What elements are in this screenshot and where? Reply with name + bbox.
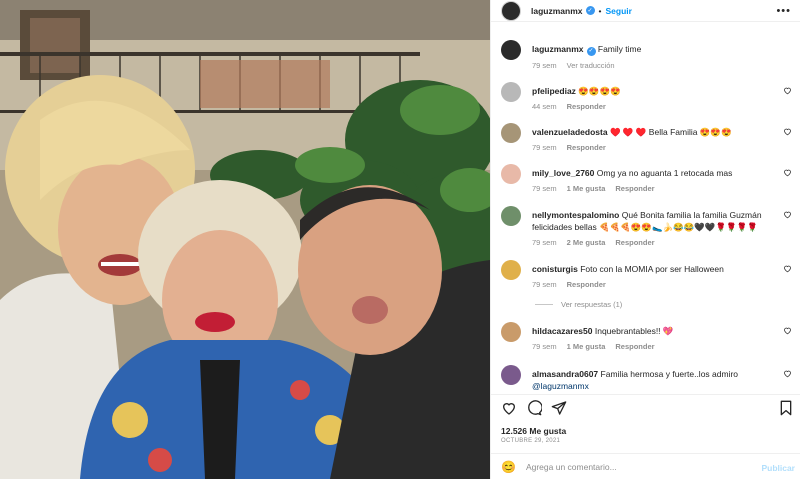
heart-icon[interactable]: [783, 369, 792, 378]
comment-username[interactable]: nellymontespalomino: [532, 210, 619, 220]
comment-username[interactable]: pfelipediaz: [532, 86, 576, 96]
action-icons: [501, 400, 567, 416]
paper-plane-icon[interactable]: [551, 400, 567, 416]
follow-button[interactable]: Seguir: [605, 6, 631, 16]
heart-icon[interactable]: [783, 326, 792, 335]
comment-time[interactable]: 79 sem: [532, 142, 557, 154]
heart-icon[interactable]: [783, 86, 792, 95]
caption-text: Family time: [597, 44, 642, 54]
reply-button[interactable]: Responder: [615, 341, 654, 353]
comment-time[interactable]: 79 sem: [532, 237, 557, 249]
heart-icon[interactable]: [783, 127, 792, 136]
comment-mention[interactable]: @laguzmanmx: [532, 381, 589, 391]
emoji-icon[interactable]: 😊: [501, 460, 516, 474]
commenter-avatar[interactable]: [501, 322, 521, 342]
commenter-avatar[interactable]: [501, 365, 521, 385]
comment-text: Inquebrantables!! 💖: [594, 326, 674, 336]
post-photo[interactable]: [0, 0, 490, 479]
more-options-icon[interactable]: •••: [776, 5, 791, 17]
view-replies-button[interactable]: Ver respuestas (1): [535, 300, 622, 309]
post-photo-illustration: [0, 0, 490, 479]
comment-likes[interactable]: 1 Me gusta: [567, 183, 606, 195]
comment-input[interactable]: [525, 462, 746, 472]
comment-likes[interactable]: 1 Me gusta: [567, 341, 606, 353]
view-replies-label: Ver respuestas (1): [561, 300, 623, 309]
commenter-avatar[interactable]: [501, 123, 521, 143]
commenter-avatar[interactable]: [501, 260, 521, 280]
verified-badge-icon: ✓: [585, 6, 595, 15]
comment-time[interactable]: 44 sem: [532, 101, 557, 113]
caption-time[interactable]: 79 sem: [532, 60, 557, 72]
save-button[interactable]: [779, 400, 793, 416]
comment-text: Foto con la MOMIA por ser Halloween: [580, 264, 724, 274]
post-header: laguzmanmx ✓ • Seguir •••: [491, 0, 800, 22]
comment-time[interactable]: 79 sem: [532, 341, 557, 353]
heart-icon[interactable]: [783, 210, 792, 219]
comment-text: Omg ya no aguanta 1 retocada mas: [596, 168, 733, 178]
instagram-post-view: laguzmanmx ✓ • Seguir ••• laguzmanmx ✓ Fa…: [0, 0, 800, 479]
heart-icon[interactable]: [501, 400, 517, 416]
post-date[interactable]: OCTUBRE 29, 2021: [501, 438, 560, 444]
comment-time[interactable]: 79 sem: [532, 183, 557, 195]
comment-username[interactable]: hildacazares50: [532, 326, 592, 336]
comment-time[interactable]: 79 sem: [532, 279, 557, 291]
comment-likes[interactable]: 2 Me gusta: [567, 237, 606, 249]
comment-username[interactable]: valenzueladedosta: [532, 127, 608, 137]
reply-button[interactable]: Responder: [567, 142, 606, 154]
author-avatar[interactable]: [501, 40, 521, 60]
post-side-panel: laguzmanmx ✓ • Seguir ••• laguzmanmx ✓ Fa…: [490, 0, 800, 479]
comment-text: 😍😍😍😍: [578, 86, 621, 96]
commenter-avatar[interactable]: [501, 206, 521, 226]
author-avatar[interactable]: [501, 0, 521, 21]
comment-text: Familia hermosa y fuerte..los admiro: [600, 369, 739, 379]
heart-icon[interactable]: [783, 264, 792, 273]
commenter-avatar[interactable]: [501, 164, 521, 184]
comment-username[interactable]: conisturgis: [532, 264, 578, 274]
comment-username[interactable]: almasandra0607: [532, 369, 598, 379]
verified-badge-icon: ✓: [586, 46, 596, 56]
author-username[interactable]: laguzmanmx: [531, 6, 583, 16]
comment-username[interactable]: mily_love_2760: [532, 168, 594, 178]
publish-button[interactable]: Publicar: [761, 463, 795, 473]
reply-button[interactable]: Responder: [615, 237, 654, 249]
likes-count[interactable]: 12.526 Me gusta: [501, 426, 566, 436]
translate-link[interactable]: Ver traducción: [567, 60, 615, 72]
reply-button[interactable]: Responder: [567, 279, 606, 291]
comments-list[interactable]: laguzmanmx ✓ Family time 79 sem Ver traduc…: [491, 32, 800, 394]
heart-icon[interactable]: [783, 168, 792, 177]
comment-bubble-icon[interactable]: [526, 400, 542, 416]
replies-divider: [535, 304, 553, 305]
separator-dot: •: [598, 5, 602, 16]
add-comment-bar: 😊 Publicar: [491, 453, 800, 479]
bookmark-icon: [780, 400, 792, 416]
comment-text: ♥️ ♥️ ♥️ Bella Familia 😍😍😍: [609, 127, 732, 137]
reply-button[interactable]: Responder: [567, 101, 606, 113]
commenter-avatar[interactable]: [501, 82, 521, 102]
caption-username[interactable]: laguzmanmx: [532, 44, 584, 54]
post-actions: 12.526 Me gusta OCTUBRE 29, 2021 😊 Publi…: [491, 394, 800, 479]
reply-button[interactable]: Responder: [615, 183, 654, 195]
